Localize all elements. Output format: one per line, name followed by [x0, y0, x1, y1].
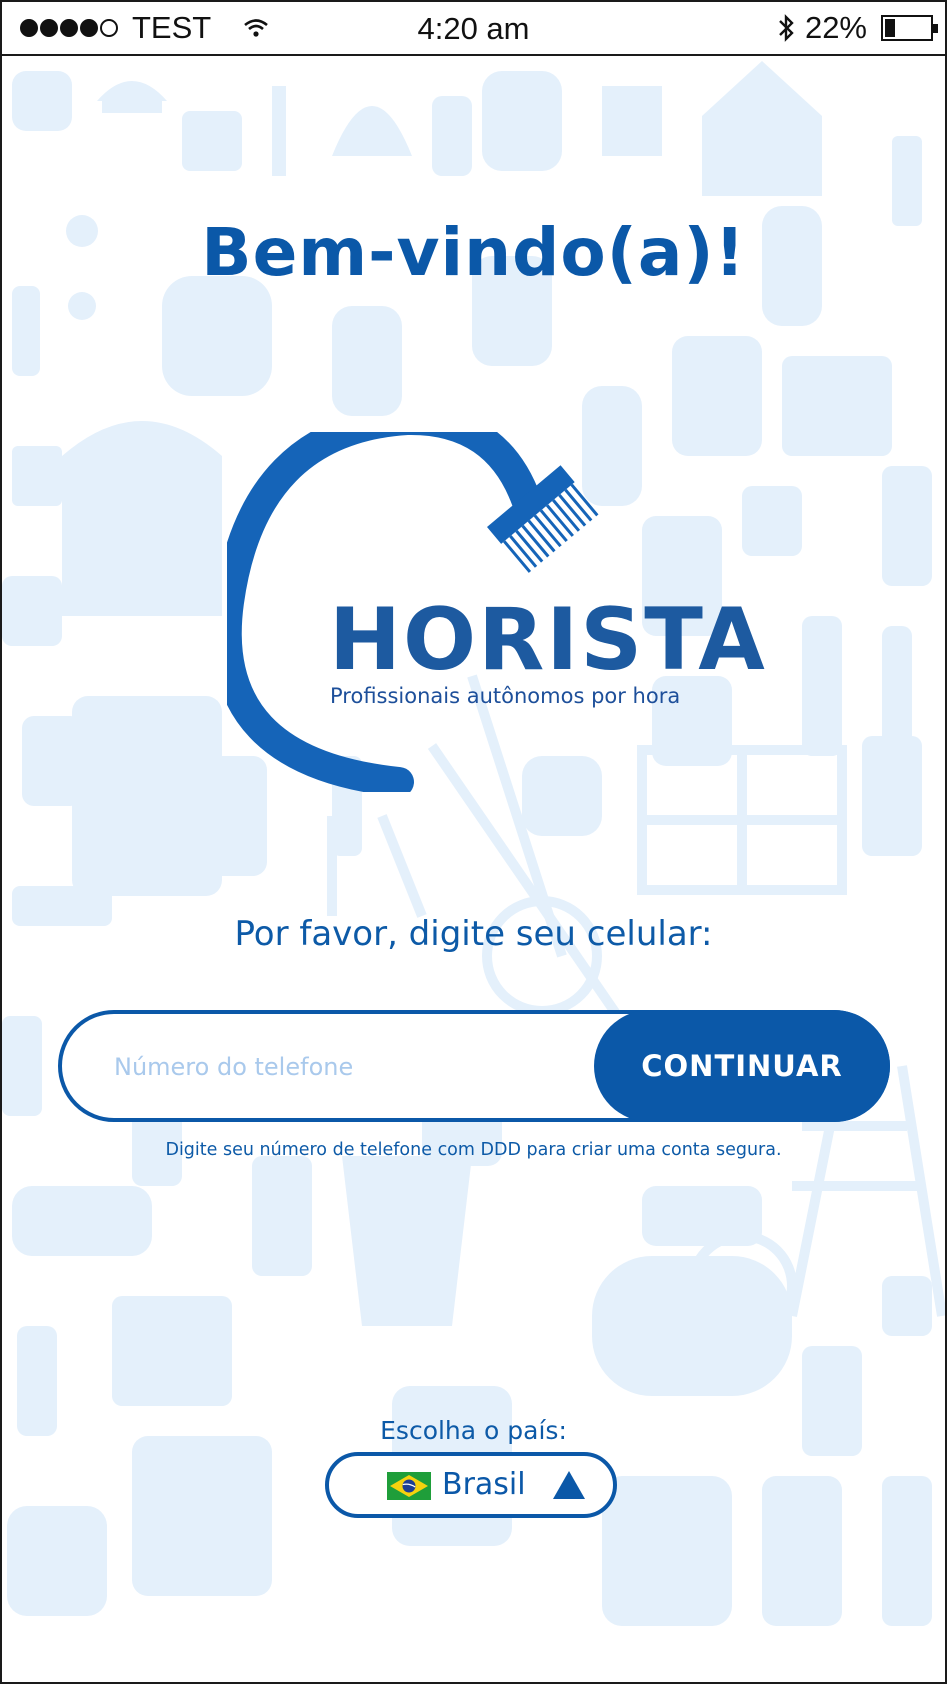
- status-right: 22%: [777, 10, 938, 46]
- brazil-flag-icon: [387, 1472, 431, 1500]
- battery-percent: 22%: [804, 10, 867, 45]
- welcome-screen: Bem-vindo(a)! HORISTA Profissionais autô…: [2, 2, 945, 1682]
- phone-prompt: Por favor, digite seu celular:: [234, 914, 713, 954]
- phone-screen: TEST 4:20 am 22% Bem-vindo(a)! HORISTA P…: [0, 0, 947, 1684]
- country-label: Escolha o país:: [380, 1416, 567, 1445]
- triangle-up-icon: [553, 1471, 585, 1499]
- phone-number-input[interactable]: [112, 1014, 616, 1120]
- country-name: Brasil: [442, 1467, 526, 1502]
- battery-icon: [881, 15, 938, 41]
- welcome-title: Bem-vindo(a)!: [201, 214, 746, 291]
- brand-tagline: Profissionais autônomos por hora: [330, 684, 681, 708]
- brand-name: HORISTA: [329, 590, 767, 690]
- country-select[interactable]: Brasil: [325, 1452, 617, 1518]
- phone-entry-group: CONTINUAR: [58, 1010, 890, 1122]
- continue-button[interactable]: CONTINUAR: [594, 1010, 890, 1122]
- status-bar: TEST 4:20 am 22%: [2, 2, 945, 56]
- phone-hint: Digite seu número de telefone com DDD pa…: [165, 1140, 782, 1160]
- bluetooth-icon: [779, 14, 794, 42]
